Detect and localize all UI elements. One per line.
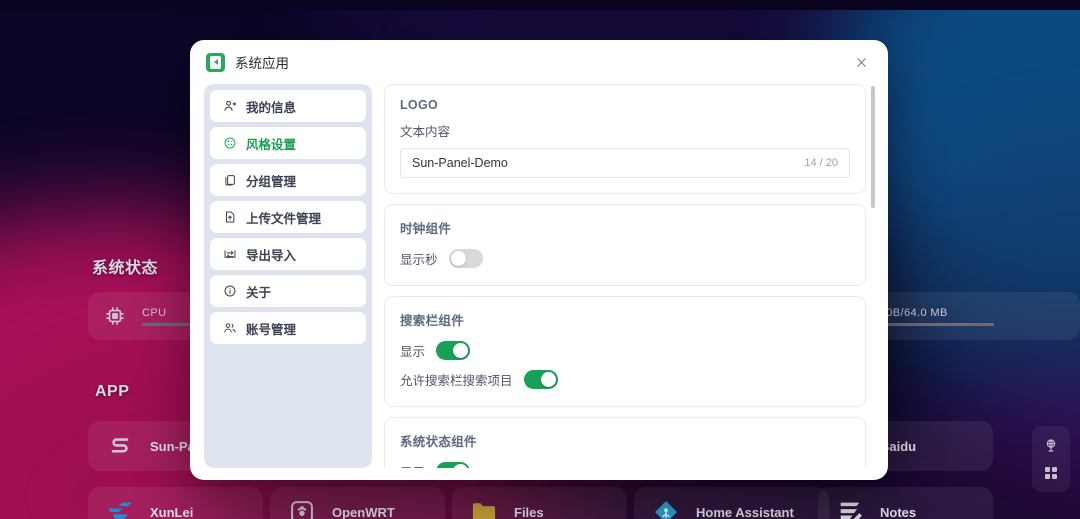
desktop: 系统状态 APP CPU 0B/64.0 MB Sun-Panel Baidu …	[0, 0, 1080, 519]
floating-dock	[1032, 426, 1070, 492]
toggle-knob	[450, 250, 466, 266]
sidebar-item-account-manage[interactable]: 账号管理	[210, 312, 366, 344]
section-title: LOGO	[400, 98, 439, 112]
app-tile-notes[interactable]: Notes	[818, 487, 993, 519]
app-tile-label: OpenWRT	[332, 504, 395, 519]
clock-section: 时钟组件 显示秒	[384, 204, 866, 286]
sidebar-item-label: 风格设置	[246, 137, 297, 152]
style-settings-icon	[223, 136, 237, 150]
status-show-toggle[interactable]	[436, 461, 471, 468]
system-app-icon	[206, 52, 225, 72]
sidebar-item-label: 账号管理	[246, 322, 297, 337]
sidebar-item-my-info[interactable]: 我的信息	[210, 90, 366, 122]
sun-panel-icon	[106, 432, 134, 460]
setting-row: 允许搜索栏搜索项目	[400, 367, 850, 391]
sidebar-item-label: 导出导入	[246, 248, 297, 263]
system-status-heading: 系统状态	[92, 260, 159, 277]
notes-icon	[836, 498, 864, 519]
setting-label: 显示	[400, 344, 426, 359]
close-icon[interactable]	[848, 49, 874, 75]
app-tile-label: Home Assistant	[696, 504, 794, 519]
sidebar-item-label: 关于	[246, 285, 272, 300]
logo-text-input[interactable]: Sun-Panel-Demo 14 / 20	[400, 148, 850, 178]
modal-sidebar: 我的信息 风格设置 分组管理 上传文件管理 导出导入 关于 账号管理	[204, 84, 372, 468]
section-title: 时钟组件	[400, 222, 452, 236]
logo-section: LOGO 文本内容 Sun-Panel-Demo 14 / 20	[384, 84, 866, 194]
app-heading: APP	[95, 383, 130, 400]
search-show-toggle[interactable]	[436, 340, 471, 360]
account-manage-icon	[223, 321, 237, 335]
sidebar-item-group-manage[interactable]: 分组管理	[210, 164, 366, 196]
setting-row: 显示秒	[400, 246, 850, 270]
user-info-icon	[223, 99, 237, 113]
modal-body: 我的信息 风格设置 分组管理 上传文件管理 导出导入 关于 账号管理 LOGO …	[190, 84, 888, 480]
setting-row: 显示	[400, 459, 850, 468]
modal-titlebar: 系统应用	[190, 40, 888, 84]
setting-row: 显示	[400, 338, 850, 362]
sidebar-item-label: 上传文件管理	[246, 211, 322, 226]
show-seconds-toggle[interactable]	[448, 248, 483, 268]
sidebar-item-label: 我的信息	[246, 100, 297, 115]
top-strip	[0, 0, 1080, 10]
cpu-icon	[102, 303, 128, 329]
settings-content: LOGO 文本内容 Sun-Panel-Demo 14 / 20 时钟组件 显示…	[384, 84, 876, 468]
folder-icon	[470, 498, 498, 519]
sidebar-item-export-import[interactable]: 导出导入	[210, 238, 366, 270]
app-tile-files[interactable]: Files	[452, 487, 627, 519]
scrollbar-thumb[interactable]	[871, 86, 875, 208]
sidebar-item-upload-file[interactable]: 上传文件管理	[210, 201, 366, 233]
content-scrollbar[interactable]	[871, 86, 875, 468]
app-tile-home-assistant[interactable]: Home Assistant	[634, 487, 829, 519]
upload-file-icon	[223, 210, 237, 224]
setting-label: 允许搜索栏搜索项目	[400, 373, 513, 388]
app-tile-xunlei[interactable]: XunLei	[88, 487, 263, 519]
globe-icon[interactable]	[1043, 438, 1059, 454]
toggle-knob	[453, 342, 469, 358]
logo-text-label: 文本内容	[400, 125, 451, 139]
xunlei-icon	[106, 498, 134, 519]
app-tile-openwrt[interactable]: OpenWRT	[270, 487, 445, 519]
sidebar-item-label: 分组管理	[246, 174, 297, 189]
logo-text-value[interactable]: Sun-Panel-Demo	[412, 156, 804, 170]
section-title: 搜索栏组件	[400, 314, 465, 328]
system-app-modal: 系统应用 我的信息 风格设置 分组管理 上传文件管理 导出导入 关于 账号管理 …	[190, 40, 888, 480]
app-tile-label: Notes	[880, 504, 917, 519]
app-tile-label: Files	[514, 504, 544, 519]
grid-icon[interactable]	[1043, 465, 1059, 481]
toggle-knob	[540, 371, 556, 387]
section-title: 系统状态组件	[400, 435, 477, 449]
group-manage-icon	[223, 173, 237, 187]
export-import-icon	[223, 247, 237, 261]
search-bar-section: 搜索栏组件 显示 允许搜索栏搜索项目	[384, 296, 866, 407]
setting-label: 显示	[400, 462, 425, 469]
modal-title: 系统应用	[235, 56, 289, 71]
about-icon	[223, 284, 237, 298]
char-counter: 14 / 20	[804, 157, 838, 169]
app-tile-label: XunLei	[150, 504, 194, 519]
search-items-toggle[interactable]	[523, 369, 558, 389]
sidebar-item-about[interactable]: 关于	[210, 275, 366, 307]
sidebar-item-style-settings[interactable]: 风格设置	[210, 127, 366, 159]
setting-label: 显示秒	[400, 252, 438, 267]
toggle-knob	[453, 463, 469, 468]
home-assistant-icon	[652, 498, 680, 519]
openwrt-icon	[288, 498, 316, 519]
system-status-section: 系统状态组件 显示 显示标题	[384, 417, 866, 468]
